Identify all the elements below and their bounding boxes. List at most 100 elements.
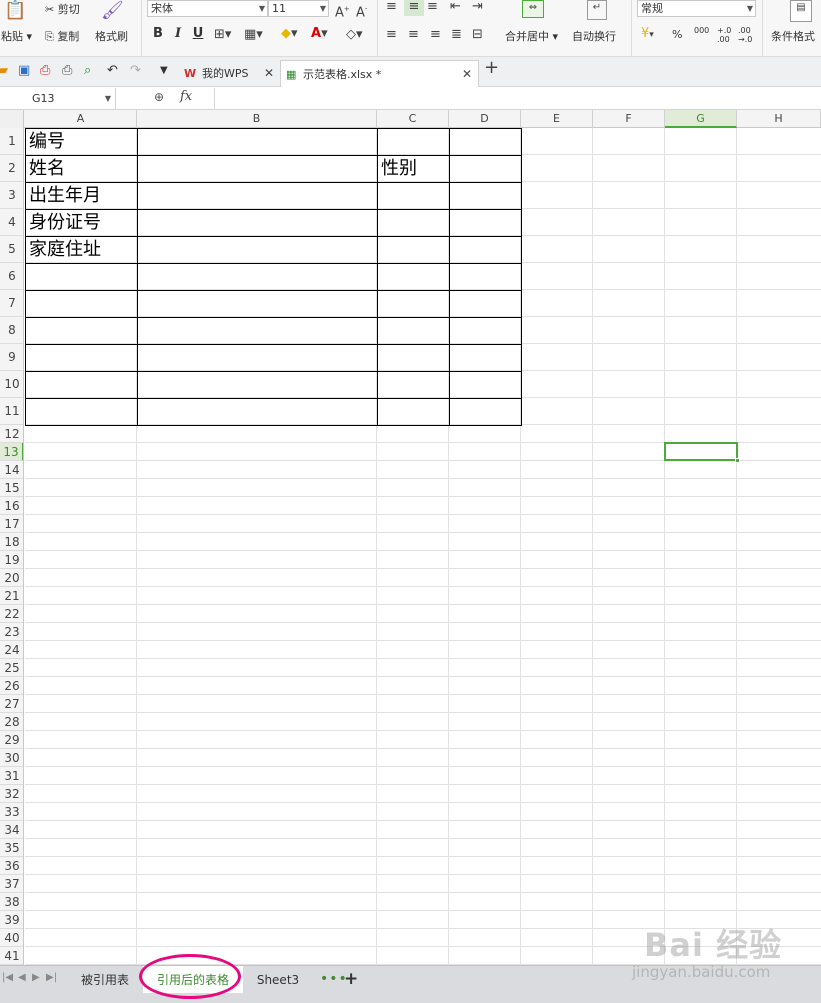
row-header[interactable]: 20 xyxy=(0,569,23,587)
merge-center-button[interactable]: 合并居中 ▾ xyxy=(505,28,558,44)
name-box[interactable]: G13 ▼ xyxy=(0,88,116,109)
fill-color-icon[interactable]: ◆▾ xyxy=(281,27,298,41)
row-header[interactable]: 12 xyxy=(0,425,23,443)
row-header[interactable]: 7 xyxy=(0,290,23,317)
grid-pattern-icon[interactable]: ▦▾ xyxy=(244,28,263,42)
column-header-e[interactable]: E xyxy=(521,110,593,128)
cell-b3[interactable] xyxy=(137,182,378,210)
percent-button[interactable]: % xyxy=(672,28,682,41)
cell-b10[interactable] xyxy=(137,371,378,399)
increase-decimal-button[interactable]: +.0 .00 xyxy=(717,26,731,44)
column-header-b[interactable]: B xyxy=(137,110,377,128)
cell-b11[interactable] xyxy=(137,398,378,426)
cell-c1[interactable] xyxy=(377,128,450,156)
zoom-search-icon[interactable]: ⊕ xyxy=(154,90,164,104)
row-header[interactable]: 13 xyxy=(0,443,23,461)
font-name-select[interactable]: 宋体 ▼ xyxy=(147,0,268,17)
copy-button[interactable]: ⎘ 复制 xyxy=(45,28,79,44)
row-header[interactable]: 8 xyxy=(0,317,23,344)
row-header[interactable]: 1 xyxy=(0,128,23,155)
formula-input[interactable] xyxy=(214,88,821,109)
cell-d2[interactable] xyxy=(449,155,522,183)
row-header[interactable]: 37 xyxy=(0,875,23,893)
row-header[interactable]: 30 xyxy=(0,749,23,767)
active-cell-g13[interactable] xyxy=(664,442,740,463)
cell-a4[interactable]: 身份证号 xyxy=(25,209,138,237)
merge-icon[interactable]: ⇔ xyxy=(522,0,544,18)
column-header-f[interactable]: F xyxy=(593,110,665,128)
underline-button[interactable]: U xyxy=(190,26,206,44)
cell-b4[interactable] xyxy=(137,209,378,237)
cell-d8[interactable] xyxy=(449,317,522,345)
row-header[interactable]: 24 xyxy=(0,641,23,659)
open-folder-icon[interactable]: ▰ xyxy=(0,64,8,78)
cell-a11[interactable] xyxy=(25,398,138,426)
row-header[interactable]: 36 xyxy=(0,857,23,875)
cell-c9[interactable] xyxy=(377,344,450,372)
row-header[interactable]: 18 xyxy=(0,533,23,551)
column-header-c[interactable]: C xyxy=(377,110,449,128)
first-sheet-icon[interactable]: |◀ xyxy=(2,972,13,983)
cell-d3[interactable] xyxy=(449,182,522,210)
cell-d7[interactable] xyxy=(449,290,522,318)
align-left-icon[interactable]: ≡ xyxy=(386,28,397,42)
row-header[interactable]: 27 xyxy=(0,695,23,713)
row-header[interactable]: 35 xyxy=(0,839,23,857)
export-pdf-icon[interactable]: ⎙ xyxy=(40,64,50,78)
tab-demo-spreadsheet[interactable]: ▦ 示范表格.xlsx * ✕ xyxy=(280,60,479,87)
align-top-icon[interactable]: ≡ xyxy=(386,0,397,14)
add-sheet-icon[interactable]: + xyxy=(344,969,358,989)
cell-d9[interactable] xyxy=(449,344,522,372)
align-middle-icon[interactable]: ≡ xyxy=(404,0,424,16)
column-header-a[interactable]: A xyxy=(25,110,137,128)
cell-c8[interactable] xyxy=(377,317,450,345)
cell-a3[interactable]: 出生年月 xyxy=(25,182,138,210)
column-header-h[interactable]: H xyxy=(737,110,821,128)
row-header[interactable]: 10 xyxy=(0,371,23,398)
cell-b1[interactable] xyxy=(137,128,378,156)
currency-icon[interactable]: ¥▾ xyxy=(641,27,654,42)
print-icon[interactable]: ⎙ xyxy=(62,64,72,78)
row-header[interactable]: 22 xyxy=(0,605,23,623)
column-header-g[interactable]: G xyxy=(665,110,737,128)
tab-my-wps[interactable]: W 我的WPS ✕ xyxy=(180,60,280,87)
cut-button[interactable]: ✂ 剪切 xyxy=(45,1,80,17)
cell-a6[interactable] xyxy=(25,263,138,291)
column-header-d[interactable]: D xyxy=(449,110,521,128)
fill-handle[interactable] xyxy=(735,458,740,463)
indent-increase-icon[interactable]: ⇥ xyxy=(472,0,483,14)
save-icon[interactable]: ▣ xyxy=(18,64,30,78)
row-header[interactable]: 2 xyxy=(0,155,23,182)
cell-c3[interactable] xyxy=(377,182,450,210)
shrink-font-icon[interactable]: A- xyxy=(356,2,367,20)
row-header[interactable]: 4 xyxy=(0,209,23,236)
indent-decrease-icon[interactable]: ⇤ xyxy=(450,0,461,14)
row-header[interactable]: 5 xyxy=(0,236,23,263)
cell-a5[interactable]: 家庭住址 xyxy=(25,236,138,264)
conditional-format-button[interactable]: 条件格式 xyxy=(771,28,815,44)
align-bottom-icon[interactable]: ≡ xyxy=(427,0,438,14)
clear-format-icon[interactable]: ◇▾ xyxy=(346,28,363,42)
cell-a9[interactable] xyxy=(25,344,138,372)
align-center-icon[interactable]: ≡ xyxy=(408,28,419,42)
customize-toolbar-icon[interactable]: ▼ xyxy=(160,64,168,78)
cell-a7[interactable] xyxy=(25,290,138,318)
row-header[interactable]: 15 xyxy=(0,479,23,497)
row-header[interactable]: 34 xyxy=(0,821,23,839)
row-header[interactable]: 31 xyxy=(0,767,23,785)
cell-d6[interactable] xyxy=(449,263,522,291)
close-icon[interactable]: ✕ xyxy=(264,60,274,87)
cell-b6[interactable] xyxy=(137,263,378,291)
next-sheet-icon[interactable]: ▶ xyxy=(32,972,40,983)
justify-icon[interactable]: ≣ xyxy=(451,28,462,42)
sheet-tab-referenced[interactable]: 被引用表 xyxy=(69,966,141,994)
wrap-text-button[interactable]: 自动换行 xyxy=(572,28,616,44)
paste-button[interactable]: 粘贴 ▾ xyxy=(1,28,32,44)
close-icon[interactable]: ✕ xyxy=(462,61,472,88)
cell-b8[interactable] xyxy=(137,317,378,345)
row-header[interactable]: 6 xyxy=(0,263,23,290)
cell-b7[interactable] xyxy=(137,290,378,318)
cell-c7[interactable] xyxy=(377,290,450,318)
row-header[interactable]: 9 xyxy=(0,344,23,371)
cell-c5[interactable] xyxy=(377,236,450,264)
